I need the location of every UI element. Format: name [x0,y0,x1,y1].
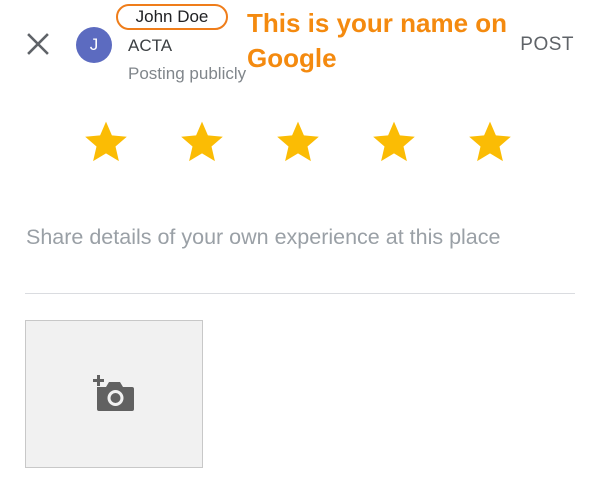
user-name: John Doe [135,7,209,26]
user-name-highlight: John Doe [116,4,228,30]
star-4-icon[interactable] [370,118,418,166]
add-photo-camera-icon [93,375,134,411]
star-2-icon[interactable] [178,118,226,166]
avatar: J [76,27,112,63]
star-1-icon[interactable] [82,118,130,166]
review-text-field[interactable]: Share details of your own experience at … [26,222,526,252]
star-5-icon[interactable] [466,118,514,166]
avatar-initial: J [89,35,99,54]
posting-visibility-note: Posting publicly [128,64,247,83]
divider [25,293,575,294]
post-button[interactable]: POST [520,34,574,56]
star-rating [82,118,522,166]
star-3-icon[interactable] [274,118,322,166]
annotation-callout: This is your name on Google [247,8,508,73]
add-photo-button[interactable] [25,320,203,468]
close-icon [27,33,49,55]
place-name: ACTA [128,36,173,55]
close-button[interactable] [22,28,54,60]
review-composer: J John Doe ACTA Posting publicly This is… [0,0,600,485]
